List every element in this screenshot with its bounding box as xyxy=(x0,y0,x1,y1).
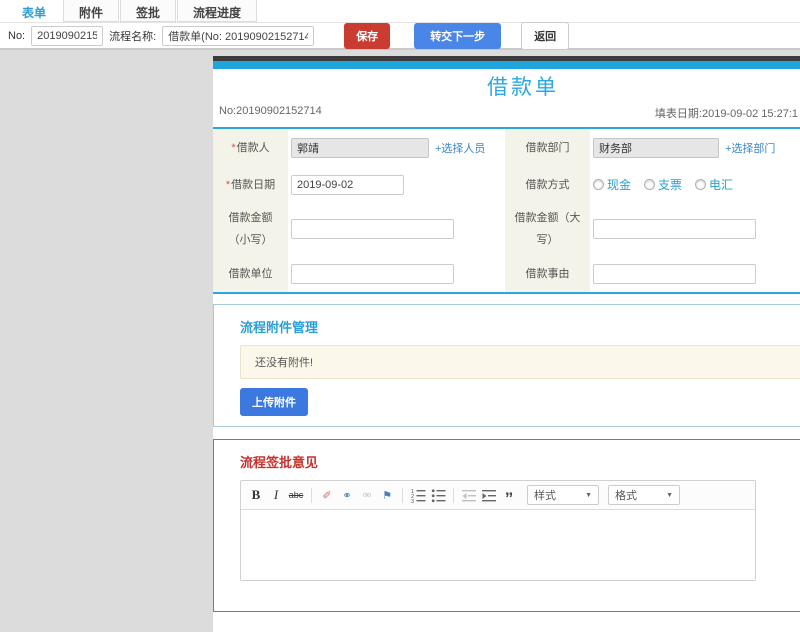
action-toolbar: No: 流程名称: 保存 转交下一步 返回 xyxy=(0,22,800,50)
bold-icon[interactable]: B xyxy=(247,486,265,504)
borrower-label: *借款人 xyxy=(213,129,288,166)
bulleted-list-icon[interactable] xyxy=(429,486,447,504)
department-input[interactable] xyxy=(593,137,719,158)
ordered-list-icon[interactable]: 1 2 3 xyxy=(409,486,427,504)
process-name-input[interactable] xyxy=(162,26,315,46)
workspace: 借款单 No:20190902152714 填表日期:2019-09-02 15… xyxy=(0,52,800,632)
radio-option-cheque[interactable]: 支票 xyxy=(644,176,682,193)
amount-upper-label: 借款金额（大写） xyxy=(505,203,590,255)
loan-unit-input[interactable] xyxy=(291,263,454,284)
format-dropdown[interactable]: 格式 ▼ xyxy=(608,485,680,505)
radio-icon[interactable] xyxy=(695,179,707,190)
strikethrough-icon[interactable]: abc xyxy=(287,486,305,504)
amount-upper-field xyxy=(590,203,800,255)
editor-content-area[interactable] xyxy=(241,510,755,580)
loan-unit-field xyxy=(288,255,505,292)
approval-opinion-section: 流程签批意见 B I abc ✐ ⚭ ⚮ ⚑ 1 2 3 ” 样式 ▼ 格式 ▼ xyxy=(213,439,800,612)
fill-date: 填表日期:2019-09-02 15:27:1 xyxy=(654,108,798,120)
no-attachments-alert: 还没有附件! xyxy=(240,345,800,379)
loan-form-table: *借款人 +选择人员 借款部门 +选择部门 *借款日期 xyxy=(213,127,800,294)
indent-icon[interactable] xyxy=(480,486,498,504)
toolbar-separator xyxy=(402,487,403,503)
doc-meta-row: No:20190902152714 填表日期:2019-09-02 15:27:… xyxy=(213,103,800,127)
remove-format-icon[interactable]: ✐ xyxy=(318,486,336,504)
loan-date-input[interactable] xyxy=(291,174,404,195)
editor-toolbar: B I abc ✐ ⚭ ⚮ ⚑ 1 2 3 ” 样式 ▼ 格式 ▼ xyxy=(241,481,755,510)
toolbar-separator xyxy=(311,487,312,503)
required-mark: * xyxy=(231,141,236,154)
amount-lower-field xyxy=(288,203,505,255)
borrower-field: +选择人员 xyxy=(288,129,505,166)
radio-option-cash[interactable]: 现金 xyxy=(593,176,631,193)
loan-date-label: *借款日期 xyxy=(213,166,288,203)
upload-attachment-button[interactable]: 上传附件 xyxy=(240,388,308,416)
italic-icon[interactable]: I xyxy=(267,486,285,504)
process-name-label: 流程名称: xyxy=(109,31,157,43)
panel-accent-bar xyxy=(213,61,800,69)
loan-reason-input[interactable] xyxy=(593,263,756,284)
back-button[interactable]: 返回 xyxy=(521,22,570,50)
svg-text:3: 3 xyxy=(411,499,414,503)
radio-icon[interactable] xyxy=(593,179,604,190)
loan-method-field: 现金 支票 电汇 xyxy=(590,166,800,203)
select-department-link[interactable]: +选择部门 xyxy=(725,140,775,156)
loan-reason-label: 借款事由 xyxy=(505,255,590,292)
department-label: 借款部门 xyxy=(505,129,590,166)
anchor-flag-icon[interactable]: ⚑ xyxy=(378,486,396,504)
top-bar: 表单 附件 签批 流程进度 No: 流程名称: 保存 转交下一步 返回 xyxy=(0,0,800,50)
panel-body: 借款单 No:20190902152714 填表日期:2019-09-02 15… xyxy=(213,69,800,632)
department-field: +选择部门 xyxy=(590,129,800,166)
link-icon[interactable]: ⚭ xyxy=(338,486,356,504)
form-panel: 借款单 No:20190902152714 填表日期:2019-09-02 15… xyxy=(213,56,800,632)
amount-upper-input[interactable] xyxy=(593,219,756,239)
tab-attachment[interactable]: 附件 xyxy=(63,0,120,22)
toolbar-separator xyxy=(453,487,454,503)
blockquote-icon[interactable]: ” xyxy=(500,486,518,507)
radio-option-wire[interactable]: 电汇 xyxy=(695,176,733,193)
page-title: 借款单 xyxy=(487,76,559,99)
borrower-input[interactable] xyxy=(291,137,429,158)
chevron-down-icon: ▼ xyxy=(666,491,673,499)
save-button[interactable]: 保存 xyxy=(344,23,391,49)
amount-lower-input[interactable] xyxy=(291,219,454,239)
approval-heading: 流程签批意见 xyxy=(240,455,319,470)
attachments-section: 流程附件管理 还没有附件! 上传附件 xyxy=(213,304,800,427)
chevron-down-icon: ▼ xyxy=(585,491,592,499)
tab-progress[interactable]: 流程进度 xyxy=(177,0,258,22)
loan-method-label: 借款方式 xyxy=(505,166,590,203)
unlink-icon[interactable]: ⚮ xyxy=(358,486,376,504)
no-input[interactable] xyxy=(31,26,104,46)
styles-dropdown[interactable]: 样式 ▼ xyxy=(527,485,599,505)
attachments-heading: 流程附件管理 xyxy=(240,320,319,335)
tab-form[interactable]: 表单 xyxy=(6,0,63,22)
radio-icon[interactable] xyxy=(644,179,656,190)
loan-unit-label: 借款单位 xyxy=(213,255,288,292)
amount-lower-label: 借款金额（小写） xyxy=(213,203,288,255)
rich-text-editor: B I abc ✐ ⚭ ⚮ ⚑ 1 2 3 ” 样式 ▼ 格式 ▼ xyxy=(240,480,756,581)
tab-bar: 表单 附件 签批 流程进度 xyxy=(0,0,800,23)
outdent-icon[interactable] xyxy=(460,486,478,504)
tab-approval[interactable]: 签批 xyxy=(120,0,177,22)
select-person-link[interactable]: +选择人员 xyxy=(435,140,485,156)
no-label: No: xyxy=(8,30,26,42)
required-mark: * xyxy=(225,178,231,191)
forward-next-step-button[interactable]: 转交下一步 xyxy=(414,23,502,49)
loan-date-field xyxy=(288,166,505,203)
doc-number: No:20190902152714 xyxy=(219,105,322,117)
loan-reason-field xyxy=(590,255,800,292)
